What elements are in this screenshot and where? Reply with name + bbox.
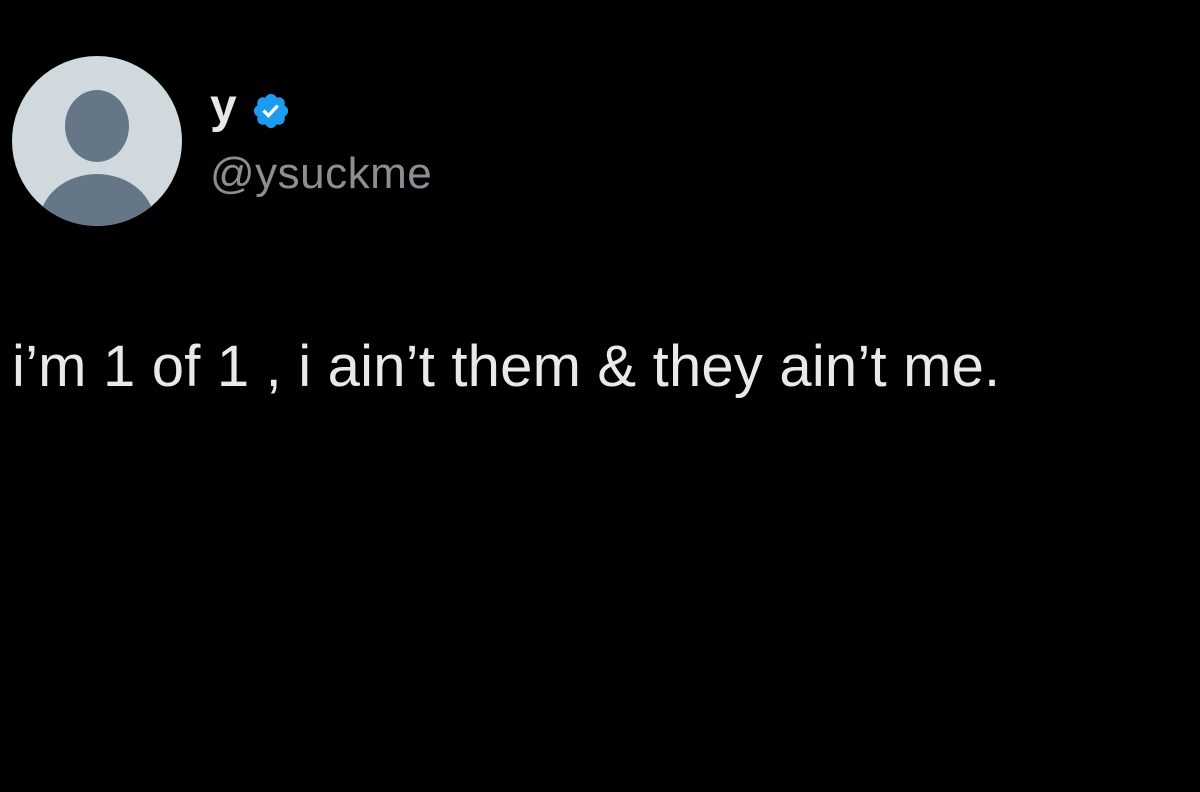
user-handle[interactable]: @ysuckme	[210, 152, 432, 196]
verified-badge-icon	[251, 91, 291, 131]
tweet-header: y @ysuckme	[12, 56, 432, 226]
display-name[interactable]: y	[210, 83, 237, 131]
tweet-screenshot: y @ysuckme i’m 1 of 1 , i ain’t them & t…	[0, 0, 1200, 792]
author-identity: y @ysuckme	[210, 56, 432, 196]
tweet-text: i’m 1 of 1 , i ain’t them & they ain’t m…	[12, 334, 1001, 399]
default-avatar-icon	[12, 56, 182, 226]
avatar[interactable]	[12, 56, 182, 226]
name-row: y	[210, 83, 432, 138]
